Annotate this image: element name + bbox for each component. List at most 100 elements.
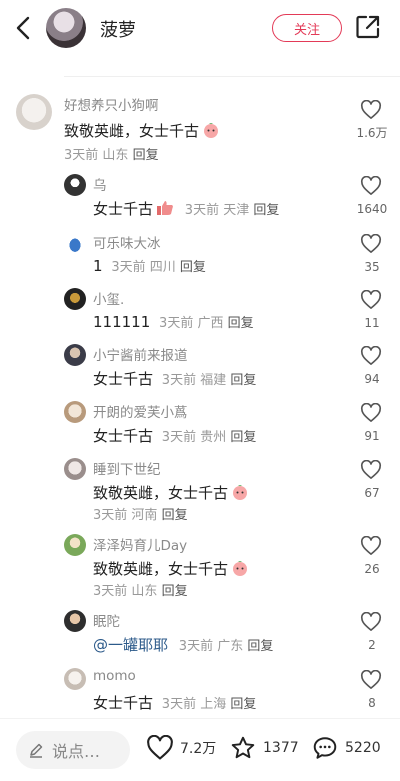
like-count: 2 <box>368 638 376 652</box>
reply-text: 1 3天前 四川 回复 <box>93 256 206 275</box>
post-star-button[interactable]: 1377 <box>229 735 299 761</box>
reply-text-body: 致敬英雌，女士千古 <box>93 484 229 502</box>
peach-face-emoji <box>202 122 220 142</box>
reply-location: 河南 <box>131 508 158 523</box>
reply-text-body: 女士千古 <box>93 427 154 445</box>
reply-text: 致敬英雌，女士千古 <box>93 558 249 580</box>
reply-button[interactable]: 回复 <box>228 316 254 331</box>
reply-text: 致敬英雌，女士千古 <box>93 482 249 504</box>
reply-username[interactable]: 泽泽妈育儿Day <box>93 534 187 554</box>
reply-item[interactable]: 小玺. 111111 3天前 广西 回复 11 <box>0 286 400 336</box>
avatar[interactable] <box>64 458 86 480</box>
follow-button[interactable]: 关注 <box>272 14 342 42</box>
reply-item[interactable]: 睡到下世纪 致敬英雌，女士千古 3天前 河南 回复 67 <box>0 456 400 523</box>
avatar[interactable] <box>16 94 52 130</box>
reply-username[interactable]: 可乐味大冰 <box>93 232 161 252</box>
reply-time: 3天前 <box>161 373 197 388</box>
reply-text-body: 女士千古 <box>93 370 154 388</box>
reply-button[interactable]: 回复 <box>230 373 256 388</box>
like-button[interactable] <box>358 403 384 423</box>
comment-bubble-icon <box>313 737 337 759</box>
heart-icon <box>360 670 382 689</box>
share-button[interactable] <box>355 14 381 40</box>
reply-button[interactable]: 回复 <box>230 697 256 712</box>
reply-username[interactable]: 开朗的爱芙小蔿 <box>93 401 188 421</box>
post-star-count: 1377 <box>263 740 299 756</box>
heart-icon <box>360 460 382 479</box>
post-like-button[interactable]: 7.2万 <box>146 735 216 761</box>
chevron-left-icon <box>16 16 30 40</box>
like-button[interactable] <box>358 612 384 632</box>
comment-text: 致敬英雌，女士千古 <box>64 120 220 142</box>
like-button[interactable] <box>358 176 384 196</box>
post-comment-button[interactable]: 5220 <box>311 735 381 761</box>
avatar[interactable] <box>64 668 86 690</box>
reply-mention[interactable]: @一罐耶耶 <box>93 636 168 654</box>
reply-item[interactable]: 开朗的爱芙小蔿 女士千古 3天前 贵州 回复 91 <box>0 399 400 449</box>
avatar[interactable] <box>64 534 86 556</box>
reply-item[interactable]: 乌 女士千古 3天前 天津 回复 1640 <box>0 172 400 222</box>
comment-location: 山东 <box>102 148 129 163</box>
heart-icon <box>360 100 382 119</box>
star-icon <box>231 736 255 759</box>
heart-icon <box>360 403 382 422</box>
reply-location: 山东 <box>131 584 158 599</box>
reply-text-body: 致敬英雌，女士千古 <box>93 560 229 578</box>
like-count: 94 <box>364 372 380 386</box>
like-button[interactable] <box>358 234 384 254</box>
like-button[interactable] <box>358 290 384 310</box>
reply-location: 天津 <box>223 203 250 218</box>
reply-location: 广西 <box>197 316 224 331</box>
reply-button[interactable]: 回复 <box>253 203 279 218</box>
reply-item[interactable]: 小宁酱前来报道 女士千古 3天前 福建 回复 94 <box>0 342 400 392</box>
reply-button[interactable]: 回复 <box>162 584 188 599</box>
comment-input-placeholder: 说点… <box>52 742 101 761</box>
heart-icon <box>360 176 382 195</box>
reply-username[interactable]: 乌 <box>93 174 107 194</box>
like-button[interactable] <box>358 346 384 366</box>
reply-button[interactable]: 回复 <box>133 148 159 163</box>
reply-text: @一罐耶耶 3天前 广东 回复 <box>93 634 273 655</box>
avatar[interactable] <box>64 288 86 310</box>
comment-page: 菠萝 关注 好想养只小狗啊 致敬英雌，女士千古 3天前 山东 回复 1.6万 乌… <box>0 0 400 781</box>
like-button[interactable] <box>358 670 384 690</box>
back-button[interactable] <box>10 14 36 42</box>
author-avatar[interactable] <box>46 8 86 48</box>
comment-item[interactable]: 好想养只小狗啊 致敬英雌，女士千古 3天前 山东 回复 1.6万 <box>0 92 400 163</box>
reply-item[interactable]: 可乐味大冰 1 3天前 四川 回复 35 <box>0 230 400 280</box>
avatar[interactable] <box>64 344 86 366</box>
reply-button[interactable]: 回复 <box>180 260 206 275</box>
reply-item[interactable]: momo 女士千古 3天前 上海 回复 8 <box>0 666 400 716</box>
like-count: 91 <box>364 429 380 443</box>
comment-username[interactable]: 好想养只小狗啊 <box>64 94 159 114</box>
comment-meta: 3天前 山东 回复 <box>64 144 159 163</box>
avatar[interactable] <box>64 174 86 196</box>
reply-username[interactable]: 睡到下世纪 <box>93 458 161 478</box>
reply-text-body: 111111 <box>93 313 151 331</box>
reply-button[interactable]: 回复 <box>162 508 188 523</box>
like-count: 8 <box>368 696 376 710</box>
reply-time: 3天前 <box>161 697 197 712</box>
like-button[interactable] <box>358 460 384 480</box>
comment-input[interactable]: 说点… <box>16 731 130 769</box>
avatar[interactable] <box>64 232 86 254</box>
reply-username[interactable]: momo <box>93 668 136 684</box>
like-button[interactable] <box>358 100 384 120</box>
reply-item[interactable]: 泽泽妈育儿Day 致敬英雌，女士千古 3天前 山东 回复 26 <box>0 532 400 599</box>
author-name[interactable]: 菠萝 <box>100 16 136 42</box>
avatar[interactable] <box>64 610 86 632</box>
peach-face-emoji <box>231 560 249 580</box>
reply-username[interactable]: 眠陀 <box>93 610 120 630</box>
reply-text-body: 女士千古 <box>93 200 154 218</box>
divider <box>64 76 400 77</box>
reply-item[interactable]: 眠陀 @一罐耶耶 3天前 广东 回复 2 <box>0 608 400 658</box>
reply-button[interactable]: 回复 <box>247 639 273 654</box>
reply-time: 3天前 <box>93 584 128 599</box>
avatar[interactable] <box>64 401 86 423</box>
heart-icon <box>360 234 382 253</box>
reply-button[interactable]: 回复 <box>230 430 256 445</box>
reply-username[interactable]: 小玺. <box>93 288 124 308</box>
reply-username[interactable]: 小宁酱前来报道 <box>93 344 188 364</box>
like-button[interactable] <box>358 536 384 556</box>
thumbs-up-emoji <box>156 200 174 220</box>
